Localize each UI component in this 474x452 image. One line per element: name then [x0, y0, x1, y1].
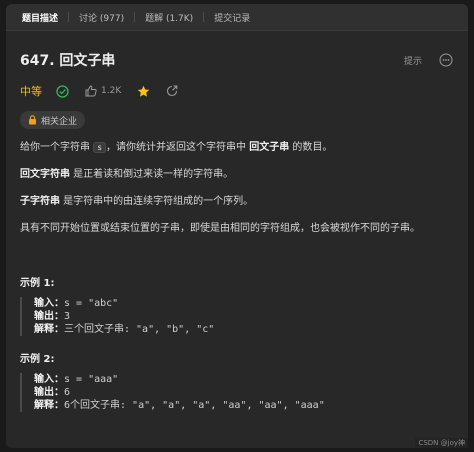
explanation-label: 解释：	[34, 324, 64, 335]
example-1-input: 输入：s = "abc"	[34, 297, 454, 310]
output-value: 6	[64, 387, 71, 398]
related-companies-button[interactable]: 相关企业	[20, 111, 86, 129]
example-1-explanation: 解释：三个回文子串: "a", "b", "c"	[34, 323, 454, 336]
inline-code: s	[93, 142, 107, 153]
title-row: 647. 回文子串 提示	[20, 49, 454, 71]
description-paragraph-2: 回文字符串 是正着读和倒过来读一样的字符串。	[20, 168, 454, 182]
example-1-output: 输出：3	[34, 310, 454, 323]
description-paragraph-4: 具有不同开始位置或结束位置的子串，即使是由相同的字符组成，也会被视作不同的子串。	[20, 223, 420, 234]
thumbs-up-icon	[85, 82, 97, 101]
input-value: s = "abc"	[64, 298, 119, 309]
share-icon[interactable]	[166, 85, 178, 97]
check-circle-icon	[56, 84, 69, 98]
text: 给你一个字符串	[20, 142, 94, 153]
problem-panel: 题目描述 讨论 (977) 题解 (1.7K) 提交记录 647. 回文子串 提…	[6, 4, 468, 448]
tab-submissions[interactable]: 提交记录	[204, 4, 260, 30]
input-label: 输入：	[34, 298, 64, 309]
output-value: 3	[64, 311, 71, 322]
like-button[interactable]: 1.2K	[85, 82, 121, 101]
tab-description[interactable]: 题目描述	[12, 4, 68, 30]
description-paragraph-3: 子字符串 是字符串中的由连续字符组成的一个序列。	[20, 195, 454, 209]
problem-content: 647. 回文子串 提示 中等 1.2K 相关企业 给你一个字符串 s ，请你统…	[6, 49, 468, 412]
text: 是正着读和倒过来读一样的字符串。	[70, 169, 234, 180]
example-2-explanation: 解释：6个回文子串: "a", "a", "a", "aa", "aa", "a…	[34, 399, 454, 412]
more-icon[interactable]	[438, 52, 454, 68]
tab-solutions[interactable]: 题解 (1.7K)	[135, 4, 203, 30]
explanation-label: 解释：	[34, 400, 64, 411]
bold-term: 回文字符串	[20, 169, 70, 180]
output-label: 输出：	[34, 311, 64, 322]
example-1-title: 示例 1:	[20, 278, 55, 289]
explanation-value: 三个回文子串: "a", "b", "c"	[64, 324, 215, 335]
example-2-title: 示例 2:	[20, 354, 55, 365]
input-value: s = "aaa"	[64, 374, 119, 385]
example-2-input: 输入：s = "aaa"	[34, 373, 454, 386]
lock-icon	[29, 115, 36, 125]
description-paragraph-1: 给你一个字符串 s ，请你统计并返回这个字符串中 回文子串 的数目。	[20, 141, 454, 155]
bold-term: 回文子串	[249, 142, 290, 153]
related-companies-label: 相关企业	[41, 116, 78, 127]
meta-row: 中等 1.2K	[20, 83, 454, 99]
example-2-block: 输入：s = "aaa" 输出：6 解释：6个回文子串: "a", "a", "…	[20, 373, 454, 412]
problem-title: 647. 回文子串	[20, 53, 116, 69]
text: 的数目。	[289, 142, 333, 153]
tab-discussion[interactable]: 讨论 (977)	[69, 4, 134, 30]
hint-button[interactable]: 提示	[404, 54, 422, 67]
example-2-output: 输出：6	[34, 386, 454, 399]
like-count: 1.2K	[101, 86, 122, 96]
watermark: CSDN @joy神	[415, 438, 468, 448]
star-icon[interactable]	[137, 85, 150, 98]
output-label: 输出：	[34, 387, 64, 398]
text: 是字符串中的由连续字符组成的一个序列。	[60, 196, 254, 207]
difficulty-badge: 中等	[20, 85, 42, 98]
bold-term: 子字符串	[20, 196, 60, 207]
input-label: 输入：	[34, 374, 64, 385]
example-1-block: 输入：s = "abc" 输出：3 解释：三个回文子串: "a", "b", "…	[20, 297, 454, 336]
text: ，请你统计并返回这个字符串中	[106, 142, 250, 153]
tab-bar: 题目描述 讨论 (977) 题解 (1.7K) 提交记录	[6, 4, 468, 31]
explanation-value: 6个回文子串: "a", "a", "a", "aa", "aa", "aaa"	[64, 400, 325, 411]
